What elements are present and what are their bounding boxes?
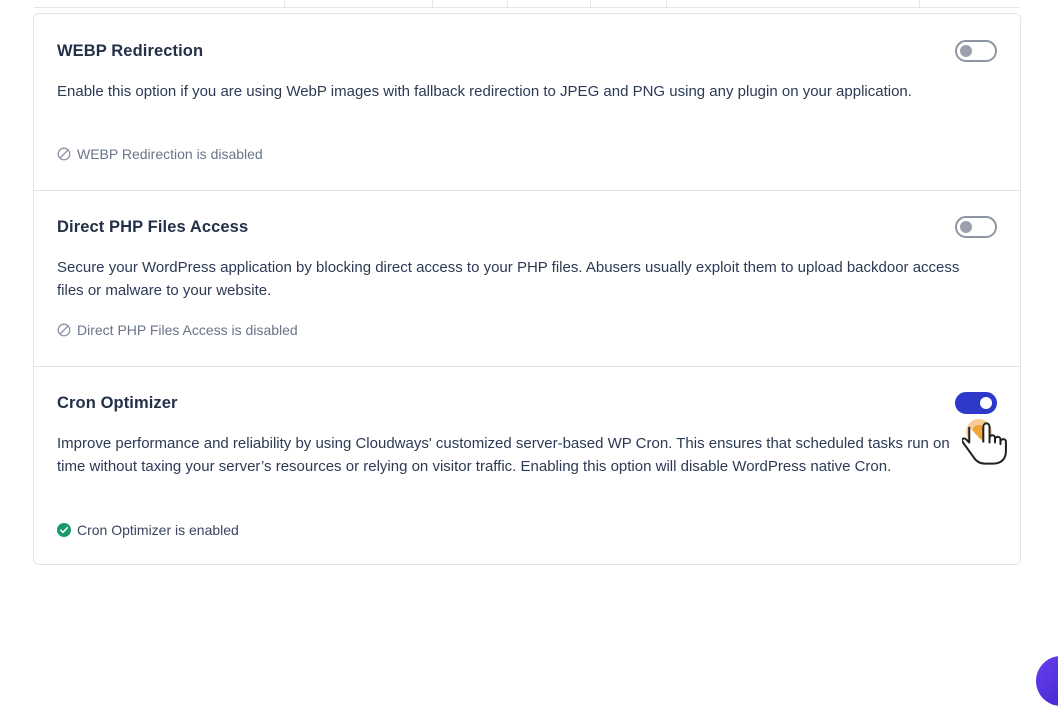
column-divider xyxy=(432,0,433,8)
setting-description: Enable this option if you are using WebP… xyxy=(57,83,912,100)
chat-launcher-icon[interactable] xyxy=(1036,656,1058,706)
settings-card: WEBP Redirection Enable this option if y… xyxy=(33,13,1021,565)
setting-description: Improve performance and reliability by u… xyxy=(57,435,950,475)
check-circle-icon xyxy=(57,523,71,537)
toggle-knob xyxy=(960,221,972,233)
direct-php-access-toggle[interactable] xyxy=(955,216,997,238)
setting-direct-php-access: Direct PHP Files Access Secure your Word… xyxy=(34,191,1020,367)
setting-status: Direct PHP Files Access is disabled xyxy=(57,322,298,338)
status-text: Direct PHP Files Access is disabled xyxy=(77,322,298,338)
setting-status: Cron Optimizer is enabled xyxy=(57,522,239,538)
ban-icon xyxy=(57,147,71,161)
setting-status: WEBP Redirection is disabled xyxy=(57,146,263,162)
webp-redirection-toggle[interactable] xyxy=(955,40,997,62)
column-divider xyxy=(590,0,591,8)
setting-title: Cron Optimizer xyxy=(57,394,178,412)
toggle-knob xyxy=(980,397,992,409)
ban-icon xyxy=(57,323,71,337)
setting-title: WEBP Redirection xyxy=(57,42,204,60)
status-text: WEBP Redirection is disabled xyxy=(77,146,263,162)
column-divider xyxy=(507,0,508,8)
setting-cron-optimizer: Cron Optimizer Improve performance and r… xyxy=(34,367,1020,564)
setting-description: Secure your WordPress application by blo… xyxy=(57,259,960,299)
toggle-knob xyxy=(960,45,972,57)
column-divider xyxy=(284,0,285,8)
setting-webp-redirection: WEBP Redirection Enable this option if y… xyxy=(34,14,1020,191)
cron-optimizer-toggle[interactable] xyxy=(955,392,997,414)
column-divider xyxy=(919,0,920,8)
column-divider xyxy=(666,0,667,8)
status-text: Cron Optimizer is enabled xyxy=(77,522,239,538)
table-bottom-edge xyxy=(34,0,1020,8)
setting-title: Direct PHP Files Access xyxy=(57,218,249,236)
